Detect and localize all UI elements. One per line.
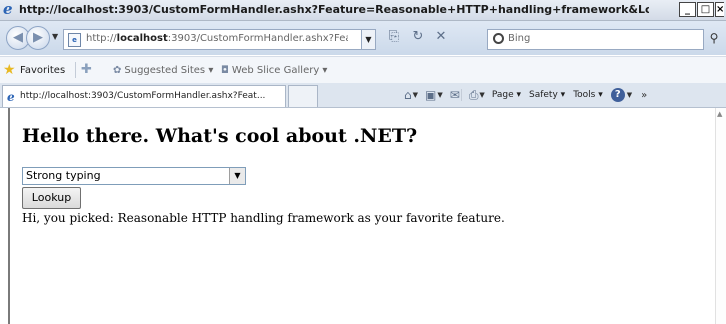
vertical-scrollbar[interactable]: ▲ — [715, 108, 726, 324]
search-input[interactable]: Bing — [508, 33, 530, 44]
forward-button[interactable]: ▶ — [26, 26, 50, 50]
favorites-star-icon[interactable]: ★ — [3, 62, 16, 78]
select-dropdown-icon[interactable]: ▼ — [229, 168, 245, 184]
favorites-item-suggested-sites[interactable]: ✿ Suggested Sites ▾ — [113, 65, 213, 76]
minimize-button[interactable]: _ — [679, 2, 696, 17]
suggested-sites-icon: ✿ — [113, 65, 122, 76]
bing-icon — [493, 33, 504, 44]
favorites-bar: ★ Favorites ✚ ✿ Suggested Sites ▾ ◘ Web Sl… — [0, 56, 726, 85]
scroll-up-icon[interactable]: ▲ — [717, 110, 722, 118]
close-button[interactable]: × — [715, 2, 724, 17]
print-icon[interactable]: ⎙ — [469, 88, 479, 103]
compatibility-view-icon[interactable]: ⎘ — [385, 28, 403, 46]
tab-page-icon: e — [7, 90, 15, 104]
page-heading: Hello there. What's cool about .NET? — [22, 125, 418, 147]
tab-title: http://localhost:3903/CustomFormHandler.… — [20, 91, 266, 101]
feature-select[interactable]: Strong typing ▼ — [22, 167, 246, 185]
favorites-divider — [75, 62, 76, 78]
print-dropdown-icon[interactable]: ▼ — [479, 91, 484, 99]
feeds-icon[interactable]: ▣ — [425, 88, 436, 102]
help-dropdown-icon[interactable]: ▼ — [627, 91, 632, 99]
ie-logo-icon: e — [3, 0, 13, 18]
navigation-bar: ◀ ▶ ▼ e http://localhost:3903/CustomForm… — [0, 21, 726, 55]
feeds-dropdown-icon[interactable]: ▼ — [437, 91, 442, 99]
favorites-button[interactable]: Favorites — [20, 65, 65, 76]
recent-pages-dropdown-icon[interactable]: ▼ — [52, 32, 58, 41]
favorites-item-web-slice-gallery[interactable]: ◘ Web Slice Gallery ▾ — [221, 65, 327, 76]
window-title: http://localhost:3903/CustomFormHandler.… — [19, 3, 649, 16]
page-menu[interactable]: Page ▾ — [492, 90, 521, 100]
search-button-icon[interactable]: ⚲ — [704, 29, 724, 48]
command-divider — [460, 89, 462, 101]
page-icon: e — [68, 33, 81, 47]
home-icon[interactable]: ⌂ — [404, 88, 412, 102]
lookup-button[interactable]: Lookup — [22, 187, 81, 209]
stop-icon[interactable]: ✕ — [432, 28, 450, 46]
window-controls: _ □ × — [679, 2, 724, 17]
safety-menu[interactable]: Safety ▾ — [529, 90, 565, 100]
new-tab-button[interactable] — [288, 85, 318, 107]
add-to-favorites-icon[interactable]: ✚ — [81, 62, 92, 77]
home-dropdown-icon[interactable]: ▼ — [413, 91, 418, 99]
address-bar[interactable]: e http://localhost:3903/CustomFormHandle… — [63, 29, 376, 50]
search-box[interactable]: Bing — [487, 29, 704, 50]
web-slice-icon: ◘ — [221, 65, 229, 76]
address-url: http://localhost:3903/CustomFormHandler.… — [86, 33, 348, 44]
command-bar: ⌂ ▼ ▣ ▼ ✉ ⎙ ▼ Page ▾ Safety ▾ Tools ▾ ? ▼ » — [404, 86, 647, 104]
feature-select-value: Strong typing — [26, 169, 101, 182]
window-title-bar: e http://localhost:3903/CustomFormHandle… — [0, 0, 726, 21]
result-text: Hi, you picked: Reasonable HTTP handling… — [22, 211, 505, 225]
tools-menu[interactable]: Tools ▾ — [573, 90, 603, 100]
more-commands-chevron-icon[interactable]: » — [641, 90, 647, 101]
tab-active[interactable]: e http://localhost:3903/CustomFormHandle… — [2, 85, 286, 107]
help-icon[interactable]: ? — [610, 88, 625, 102]
mail-icon[interactable]: ✉ — [450, 88, 460, 102]
restore-button[interactable]: □ — [697, 2, 714, 17]
page-content: Hello there. What's cool about .NET? Str… — [8, 108, 717, 324]
refresh-icon[interactable]: ↻ — [409, 28, 427, 46]
address-dropdown-icon[interactable]: ▼ — [361, 30, 375, 49]
